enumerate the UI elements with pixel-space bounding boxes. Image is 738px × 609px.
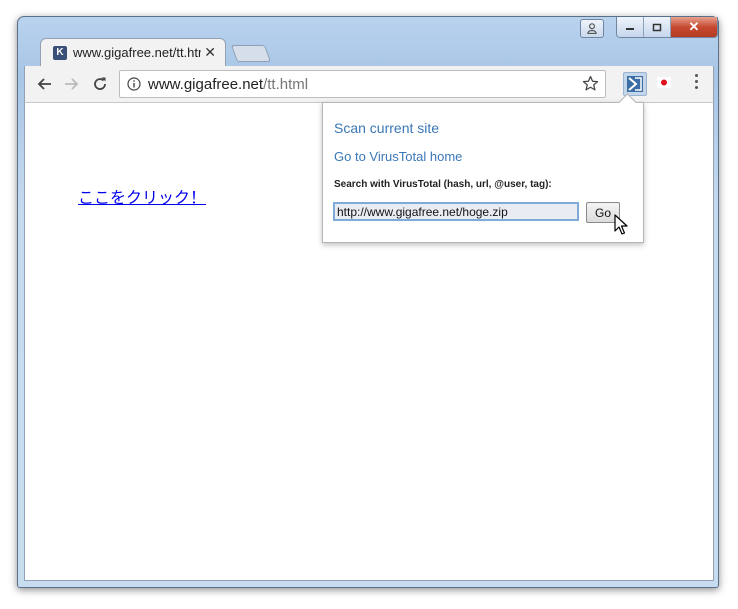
toolbar: www.gigafree.net/tt.html bbox=[24, 66, 714, 103]
mouse-cursor-icon bbox=[614, 214, 628, 235]
close-window-button[interactable]: ✕ bbox=[671, 17, 717, 37]
url-path: /tt.html bbox=[263, 76, 309, 93]
profile-button[interactable] bbox=[580, 19, 604, 38]
url-text: www.gigafree.net/tt.html bbox=[148, 76, 308, 93]
url-domain: www.gigafree.net bbox=[148, 76, 264, 93]
tab-title: www.gigafree.net/tt.html bbox=[73, 45, 201, 60]
search-label: Search with VirusTotal (hash, url, @user… bbox=[334, 179, 552, 190]
japan-flag-icon bbox=[657, 77, 671, 88]
maximize-icon bbox=[652, 23, 662, 31]
scan-current-site-link[interactable]: Scan current site bbox=[334, 120, 439, 136]
caption-buttons: ✕ bbox=[616, 17, 718, 38]
back-button[interactable] bbox=[33, 73, 55, 95]
virustotal-home-link[interactable]: Go to VirusTotal home bbox=[334, 149, 462, 164]
minimize-button[interactable] bbox=[617, 17, 644, 37]
back-icon bbox=[37, 78, 51, 90]
reload-button[interactable] bbox=[89, 73, 111, 95]
address-bar[interactable]: www.gigafree.net/tt.html bbox=[119, 70, 606, 98]
favicon-icon: K bbox=[53, 45, 67, 60]
forward-icon bbox=[65, 78, 79, 90]
virustotal-extension-icon bbox=[627, 76, 643, 92]
minimize-icon bbox=[626, 28, 634, 30]
forward-button[interactable] bbox=[61, 73, 83, 95]
star-icon[interactable] bbox=[582, 75, 599, 92]
info-icon[interactable] bbox=[127, 77, 141, 91]
virustotal-popup: Scan current site Go to VirusTotal home … bbox=[322, 93, 644, 243]
maximize-button[interactable] bbox=[644, 17, 671, 37]
tab-active[interactable]: K www.gigafree.net/tt.html ✕ bbox=[40, 38, 226, 68]
search-input[interactable] bbox=[333, 202, 579, 221]
close-icon: ✕ bbox=[688, 19, 700, 34]
new-tab-button[interactable] bbox=[230, 45, 272, 62]
reload-icon bbox=[94, 77, 106, 90]
click-here-link[interactable]: ここをクリック！ bbox=[78, 184, 206, 208]
tab-close-icon[interactable]: ✕ bbox=[204, 44, 216, 61]
japan-flag-extension[interactable] bbox=[657, 77, 671, 88]
menu-icon[interactable] bbox=[693, 74, 699, 94]
user-icon bbox=[587, 23, 597, 34]
